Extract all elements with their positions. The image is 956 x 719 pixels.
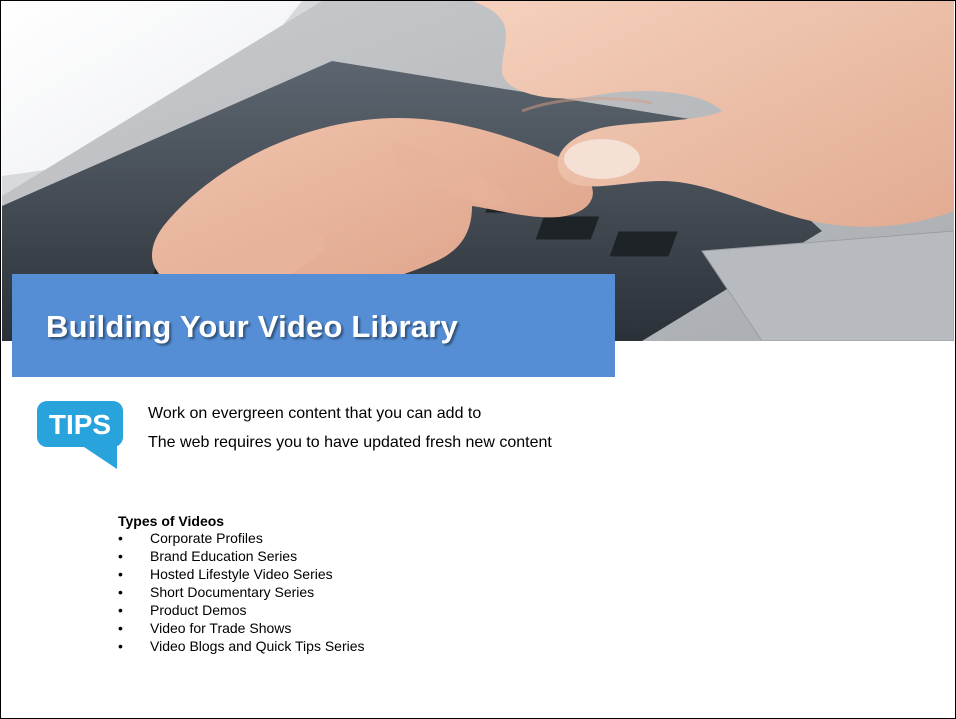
bullet-icon: •	[118, 566, 123, 582]
list-item-label: Product Demos	[150, 602, 247, 618]
bullet-icon: •	[118, 602, 123, 618]
list-item-label: Brand Education Series	[150, 548, 298, 564]
list-item: • Hosted Lifestyle Video Series	[118, 565, 365, 583]
tips-line: The web requires you to have updated fre…	[148, 434, 552, 451]
list-item: • Video for Trade Shows	[118, 619, 365, 637]
types-of-videos-section: Types of Videos • Corporate Profiles • Bra…	[118, 513, 365, 655]
bullet-icon: •	[118, 620, 123, 636]
list-item: • Short Documentary Series	[118, 583, 365, 601]
list-item: • Corporate Profiles	[118, 529, 365, 547]
list-item: • Brand Education Series	[118, 547, 365, 565]
slide: Building Your Video Library TIPS Work on…	[0, 0, 956, 719]
slide-title: Building Your Video Library	[46, 309, 458, 344]
title-banner: Building Your Video Library	[12, 274, 615, 377]
list-item: • Product Demos	[118, 601, 365, 619]
bullet-icon: •	[118, 530, 123, 546]
tips-line: Work on evergreen content that you can a…	[148, 405, 482, 422]
tips-speech-bubble-icon: TIPS	[37, 399, 127, 471]
bullet-icon: •	[118, 638, 123, 654]
types-list: • Corporate Profiles • Brand Education Ser…	[118, 529, 365, 655]
list-item: • Video Blogs and Quick Tips Series	[118, 637, 365, 655]
tips-badge-text: TIPS	[49, 409, 111, 440]
bullet-icon: •	[118, 584, 123, 600]
types-heading: Types of Videos	[118, 513, 225, 529]
list-item-label: Video Blogs and Quick Tips Series	[150, 638, 365, 654]
list-item-label: Short Documentary Series	[150, 584, 315, 600]
list-item-label: Hosted Lifestyle Video Series	[150, 566, 333, 582]
list-item-label: Corporate Profiles	[150, 530, 263, 546]
list-item-label: Video for Trade Shows	[150, 620, 292, 636]
bullet-icon: •	[118, 548, 123, 564]
tips-list: Work on evergreen content that you can a…	[148, 405, 552, 463]
